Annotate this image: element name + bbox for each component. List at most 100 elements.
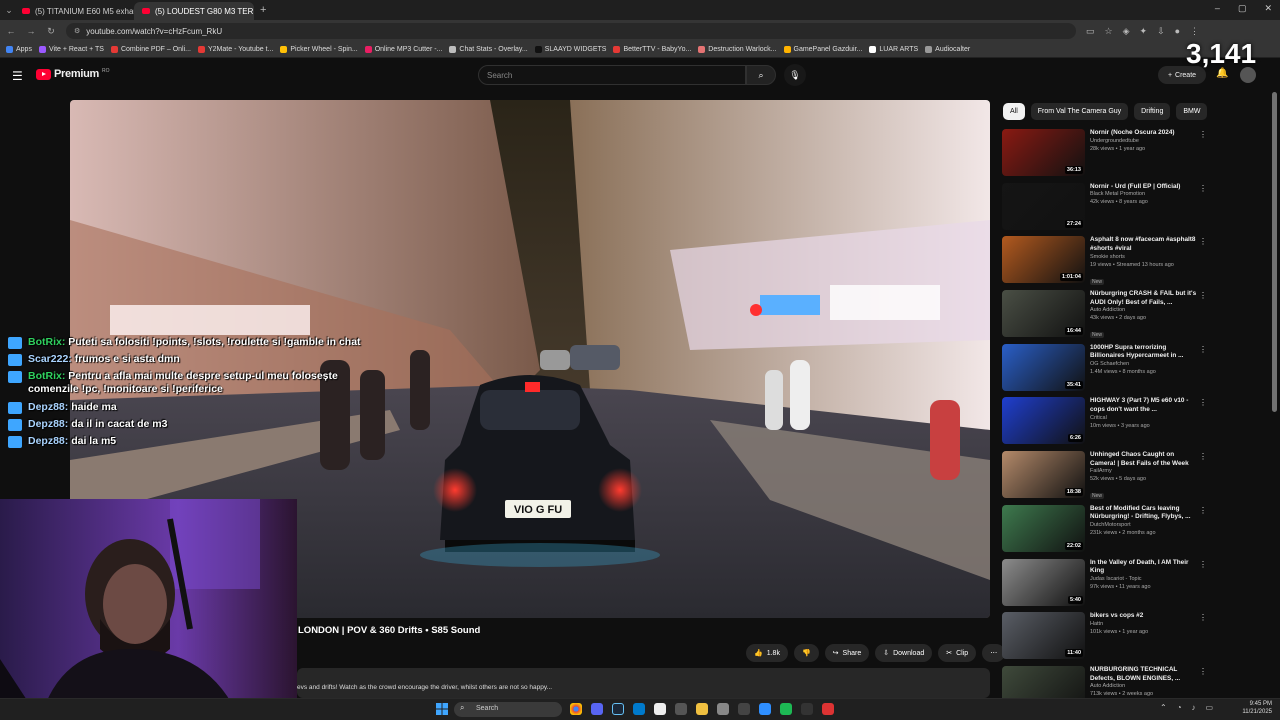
bookmark-item[interactable]: SLAAYD WIDGETS: [534, 46, 606, 53]
tab-search-icon[interactable]: ⌄: [4, 5, 14, 16]
filter-chip[interactable]: All: [1003, 103, 1025, 120]
xbox-icon[interactable]: [780, 703, 792, 715]
taskbar-search[interactable]: Search: [454, 702, 562, 717]
video-thumbnail[interactable]: 11:40: [1002, 612, 1085, 660]
notifications-bell-icon[interactable]: 🔔: [1216, 68, 1228, 79]
youtube-logo[interactable]: Premium RO: [36, 68, 109, 80]
cast-icon[interactable]: ▭: [1086, 26, 1095, 37]
recommended-video[interactable]: 11:40 bikers vs cops #2 Hattn 101k views • …: [1002, 612, 1207, 666]
video-title[interactable]: Unhinged Chaos Caught on Camera! | Best …: [1090, 451, 1200, 468]
channel-name[interactable]: FailArmy: [1090, 468, 1200, 476]
calculator-icon[interactable]: [675, 703, 687, 715]
bookmark-item[interactable]: Apps: [6, 46, 32, 53]
app-icon[interactable]: [717, 703, 729, 715]
channel-name[interactable]: Undergroundedtube: [1090, 138, 1200, 146]
bookmark-item[interactable]: Destruction Warlock...: [698, 46, 777, 53]
reload-icon[interactable]: ↻: [46, 26, 56, 37]
file-explorer-icon[interactable]: [696, 703, 708, 715]
more-options-icon[interactable]: ⋮: [1199, 345, 1207, 354]
filter-chip[interactable]: Drifting: [1134, 103, 1171, 120]
recommended-video[interactable]: 22:02 Best of Modified Cars leaving Nürbu…: [1002, 504, 1207, 559]
recommended-video[interactable]: 6:26 HIGHWAY 3 (Part 7) M5 e60 v10 - cops…: [1002, 397, 1207, 451]
channel-name[interactable]: Smokie shorts: [1090, 254, 1200, 262]
more-options-icon[interactable]: ⋮: [1199, 291, 1207, 300]
more-options-icon[interactable]: ⋮: [1199, 237, 1207, 246]
maximize-icon[interactable]: ▢: [1238, 3, 1247, 14]
channel-name[interactable]: Black Metal Promotion: [1090, 191, 1200, 199]
app-icon[interactable]: [801, 703, 813, 715]
more-options-icon[interactable]: ⋮: [1199, 452, 1207, 461]
channel-name[interactable]: Hattn: [1090, 621, 1200, 629]
bookmark-item[interactable]: Chat Stats - Overlay...: [449, 46, 528, 53]
steam-icon[interactable]: [612, 703, 624, 715]
recommended-video[interactable]: 36:13 Nornir (Noche Oscura 2024) Undergrou…: [1002, 129, 1207, 183]
channel-name[interactable]: Auto Addiction: [1090, 683, 1200, 691]
more-options-icon[interactable]: ⋮: [1199, 184, 1207, 193]
filter-chip[interactable]: BMW: [1176, 103, 1208, 120]
capcut-icon[interactable]: [654, 703, 666, 715]
back-icon[interactable]: ←: [6, 26, 16, 36]
download-button[interactable]: ⇩ Download: [875, 644, 933, 662]
bookmark-item[interactable]: Online MP3 Cutter -...: [364, 46, 442, 53]
recommended-video[interactable]: 35:41 1000HP Supra terrorizing Billionair…: [1002, 343, 1207, 398]
video-title[interactable]: Asphalt 8 now #facecam #asphalt8 #shorts…: [1090, 236, 1200, 253]
clip-button[interactable]: ✂ Clip: [938, 644, 977, 662]
recommended-video[interactable]: 1:01:04 Asphalt 8 now #facecam #asphalt8 …: [1002, 236, 1207, 290]
profile-icon[interactable]: ●: [1175, 26, 1180, 37]
video-title[interactable]: HIGHWAY 3 (Part 7) M5 e60 v10 - cops don…: [1090, 397, 1200, 414]
taskbar-clock[interactable]: 9:45 PM 11/21/2025: [1236, 701, 1272, 717]
video-thumbnail[interactable]: 35:41: [1002, 343, 1085, 391]
channel-name[interactable]: Auto Addiction: [1090, 307, 1200, 315]
channel-name[interactable]: DutchMotorsport: [1090, 522, 1200, 530]
record-icon[interactable]: [822, 703, 834, 715]
app-icon[interactable]: [738, 703, 750, 715]
battery-icon[interactable]: ▭: [1206, 703, 1214, 712]
close-window-icon[interactable]: ✕: [1264, 3, 1272, 14]
voice-search-button[interactable]: 🎙: [784, 64, 806, 86]
wifi-icon[interactable]: ◔: [1177, 703, 1182, 712]
search-button[interactable]: ⌕: [746, 65, 776, 85]
recommended-video[interactable]: 16:44 Nürburgring CRASH & FAIL but it's A…: [1002, 290, 1207, 344]
bookmark-item[interactable]: GamePanel Gazduir...: [783, 46, 862, 53]
bookmark-item[interactable]: Audiocalter: [925, 46, 970, 53]
channel-name[interactable]: Critical: [1090, 415, 1200, 423]
video-thumbnail[interactable]: 36:13: [1002, 129, 1085, 176]
video-title[interactable]: NÜRBURGRING TECHNICAL Defects, BLOWN ENG…: [1090, 666, 1200, 683]
description-box[interactable]: evs and drifts! Watch as the crowd encou…: [297, 668, 990, 698]
more-options-icon[interactable]: ⋮: [1199, 398, 1207, 407]
chrome-icon[interactable]: [570, 703, 582, 715]
bookmark-item[interactable]: Picker Wheel - Spin...: [280, 46, 358, 53]
more-options-icon[interactable]: ⋮: [1199, 506, 1207, 515]
hamburger-menu-icon[interactable]: ☰: [12, 69, 23, 83]
video-thumbnail[interactable]: 16:44: [1002, 290, 1085, 338]
like-button[interactable]: 👍 1.8k: [746, 644, 788, 662]
minimize-icon[interactable]: –: [1215, 3, 1220, 14]
bookmark-item[interactable]: Vite + React + TS: [38, 46, 104, 53]
video-thumbnail[interactable]: 22:02: [1002, 504, 1085, 552]
channel-name[interactable]: OG Schaefchen: [1090, 361, 1200, 369]
more-options-icon[interactable]: ⋮: [1199, 560, 1207, 569]
browser-tab-2[interactable]: (5) LOUDEST G80 M3 TERRI ✕: [134, 2, 254, 20]
browser-icon[interactable]: [759, 703, 771, 715]
discord-icon[interactable]: [591, 703, 603, 715]
share-button[interactable]: ↪ Share: [824, 644, 870, 662]
page-scrollbar[interactable]: [1272, 92, 1277, 412]
extension-icon[interactable]: ◈: [1123, 26, 1130, 37]
site-info-icon[interactable]: ⚙: [74, 27, 80, 35]
address-bar[interactable]: ⚙ youtube.com/watch?v=cHzFcum_RkU: [66, 23, 1076, 39]
video-thumbnail[interactable]: 1:01:04: [1002, 236, 1085, 284]
bookmark-item[interactable]: Combine PDF – Onli...: [110, 46, 191, 53]
dislike-button[interactable]: 👎: [793, 644, 819, 662]
download-icon[interactable]: ⇩: [1157, 26, 1165, 37]
video-title[interactable]: In the Valley of Death, I AM Their King: [1090, 559, 1200, 576]
recommended-video[interactable]: 5:40 In the Valley of Death, I AM Their K…: [1002, 558, 1207, 613]
browser-tab-1[interactable]: (5) TITANIUM E60 M5 exhaust ✕: [14, 2, 134, 20]
video-title[interactable]: Best of Modified Cars leaving Nürburgrin…: [1090, 505, 1200, 522]
plus-icon[interactable]: +: [260, 4, 266, 16]
windows-start-icon[interactable]: [436, 703, 448, 715]
menu-dots-icon[interactable]: ⋮: [1190, 26, 1199, 37]
channel-name[interactable]: Judas Iscariot - Topic: [1090, 576, 1200, 584]
recommended-video[interactable]: 27:24 Nornir - Urd (Full EP | Official) Bl…: [1002, 182, 1207, 237]
bookmark-item[interactable]: BetterTTV - BabyYo...: [613, 46, 691, 53]
video-title[interactable]: Nornir (Noche Oscura 2024): [1090, 129, 1200, 138]
